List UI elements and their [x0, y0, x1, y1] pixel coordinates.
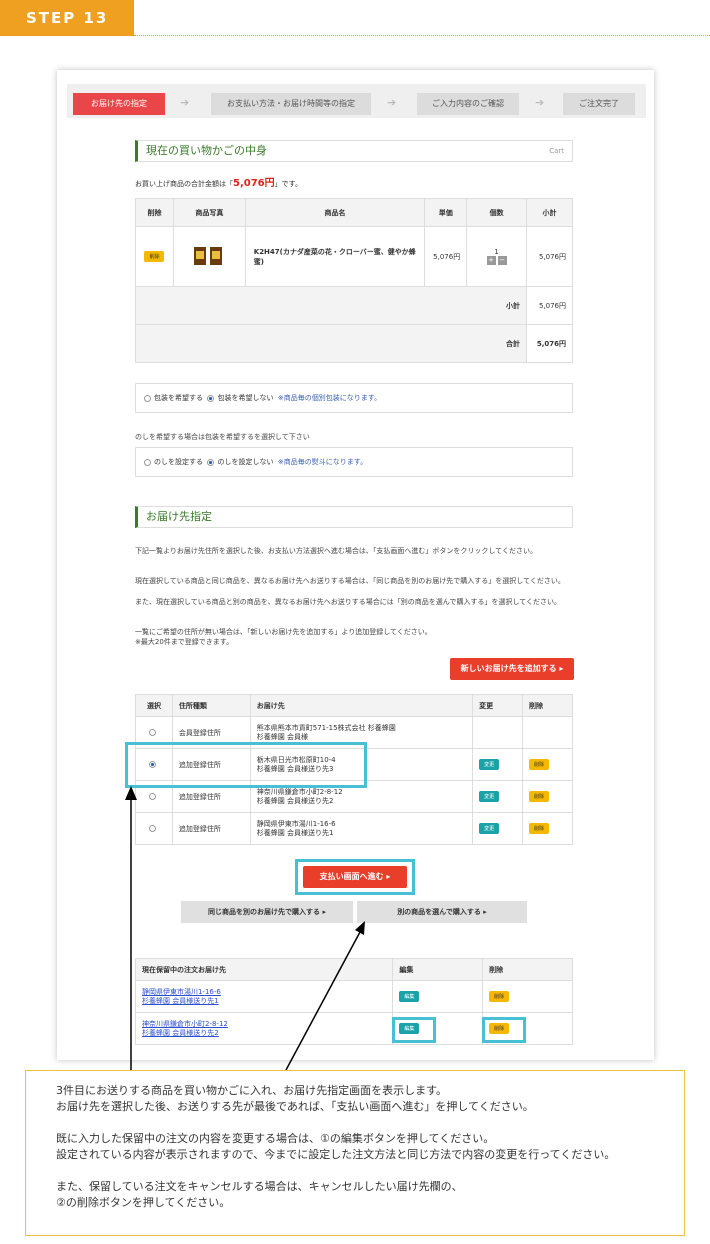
- explanation-line-3: 既に入力した保留中の注文の内容を変更する場合は、①の編集ボタンを押してください。: [56, 1132, 495, 1145]
- explanation-line-1: 3件目にお送りする商品を買い物かごに入れ、お届け先指定画面を表示します。: [56, 1084, 448, 1097]
- explanation-line-5: また、保留している注文をキャンセルする場合は、キャンセルしたい届け先欄の、: [56, 1180, 463, 1193]
- explanation-line-6: ②の削除ボタンを押してください。: [56, 1196, 231, 1209]
- explanation-line-4: 設定されている内容が表示されますので、今までに設定した注文方法と同じ方法で内容の…: [56, 1148, 616, 1161]
- annotation-arrows: [125, 786, 365, 1071]
- explanation-line-2: お届け先を選択した後、お送りする先が最後であれば、「支払い画面へ進む」を押してく…: [56, 1100, 534, 1113]
- explanation-box: 3件目にお送りする商品を買い物かごに入れ、お届け先指定画面を表示します。お届け先…: [25, 1070, 685, 1236]
